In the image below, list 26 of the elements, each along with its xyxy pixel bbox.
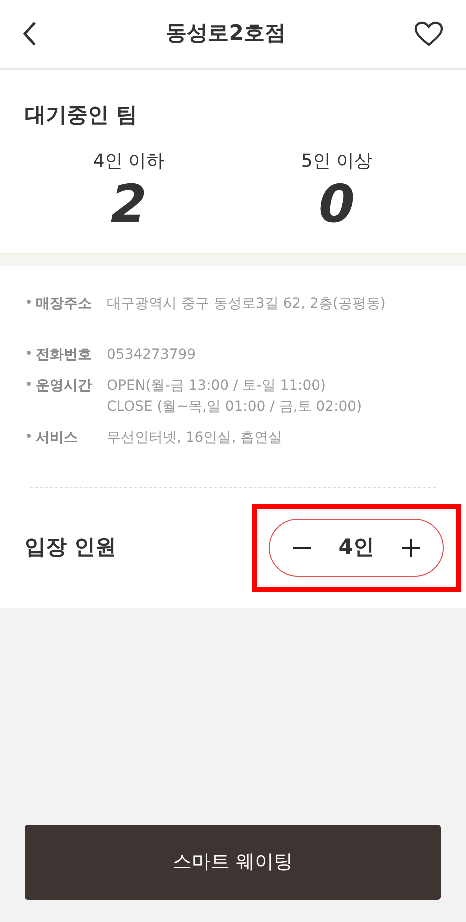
- bullet-icon: [27, 300, 31, 304]
- page-title: 동성로2호점: [166, 20, 286, 48]
- heart-icon: [414, 21, 444, 47]
- group-label: 4인 이하: [93, 150, 165, 174]
- party-count: 4인: [338, 534, 374, 561]
- minus-icon: [292, 546, 312, 550]
- info-label: 매장주소: [36, 296, 92, 312]
- team-count: 0: [318, 178, 356, 230]
- info-value: CLOSE (월~목,일 01:00 / 금,토 02:00): [107, 398, 362, 416]
- info-value: 대구광역시 중구 동성로3길 62, 2층(공평동): [107, 294, 386, 314]
- plus-icon: [401, 538, 421, 558]
- section-title: 대기중인 팀: [25, 102, 138, 129]
- back-icon: [22, 21, 38, 47]
- group-label: 5인 이상: [301, 150, 373, 174]
- info-value: 0534273799: [107, 346, 196, 364]
- info-label: 서비스: [36, 430, 78, 446]
- bullet-icon: [27, 434, 31, 438]
- info-label: 운영시간: [36, 378, 92, 394]
- field-label: 입장 인원: [25, 534, 116, 561]
- info-label: 전화번호: [36, 346, 92, 362]
- smart-waiting-button[interactable]: 스마트 웨이팅: [25, 825, 441, 900]
- bullet-icon: [27, 382, 31, 386]
- team-count: 2: [110, 178, 148, 230]
- info-value: 무선인터넷, 16인실, 흡연실: [107, 428, 283, 448]
- info-value: OPEN(월-금 13:00 / 토-일 11:00): [107, 376, 328, 396]
- bullet-icon: [27, 351, 31, 356]
